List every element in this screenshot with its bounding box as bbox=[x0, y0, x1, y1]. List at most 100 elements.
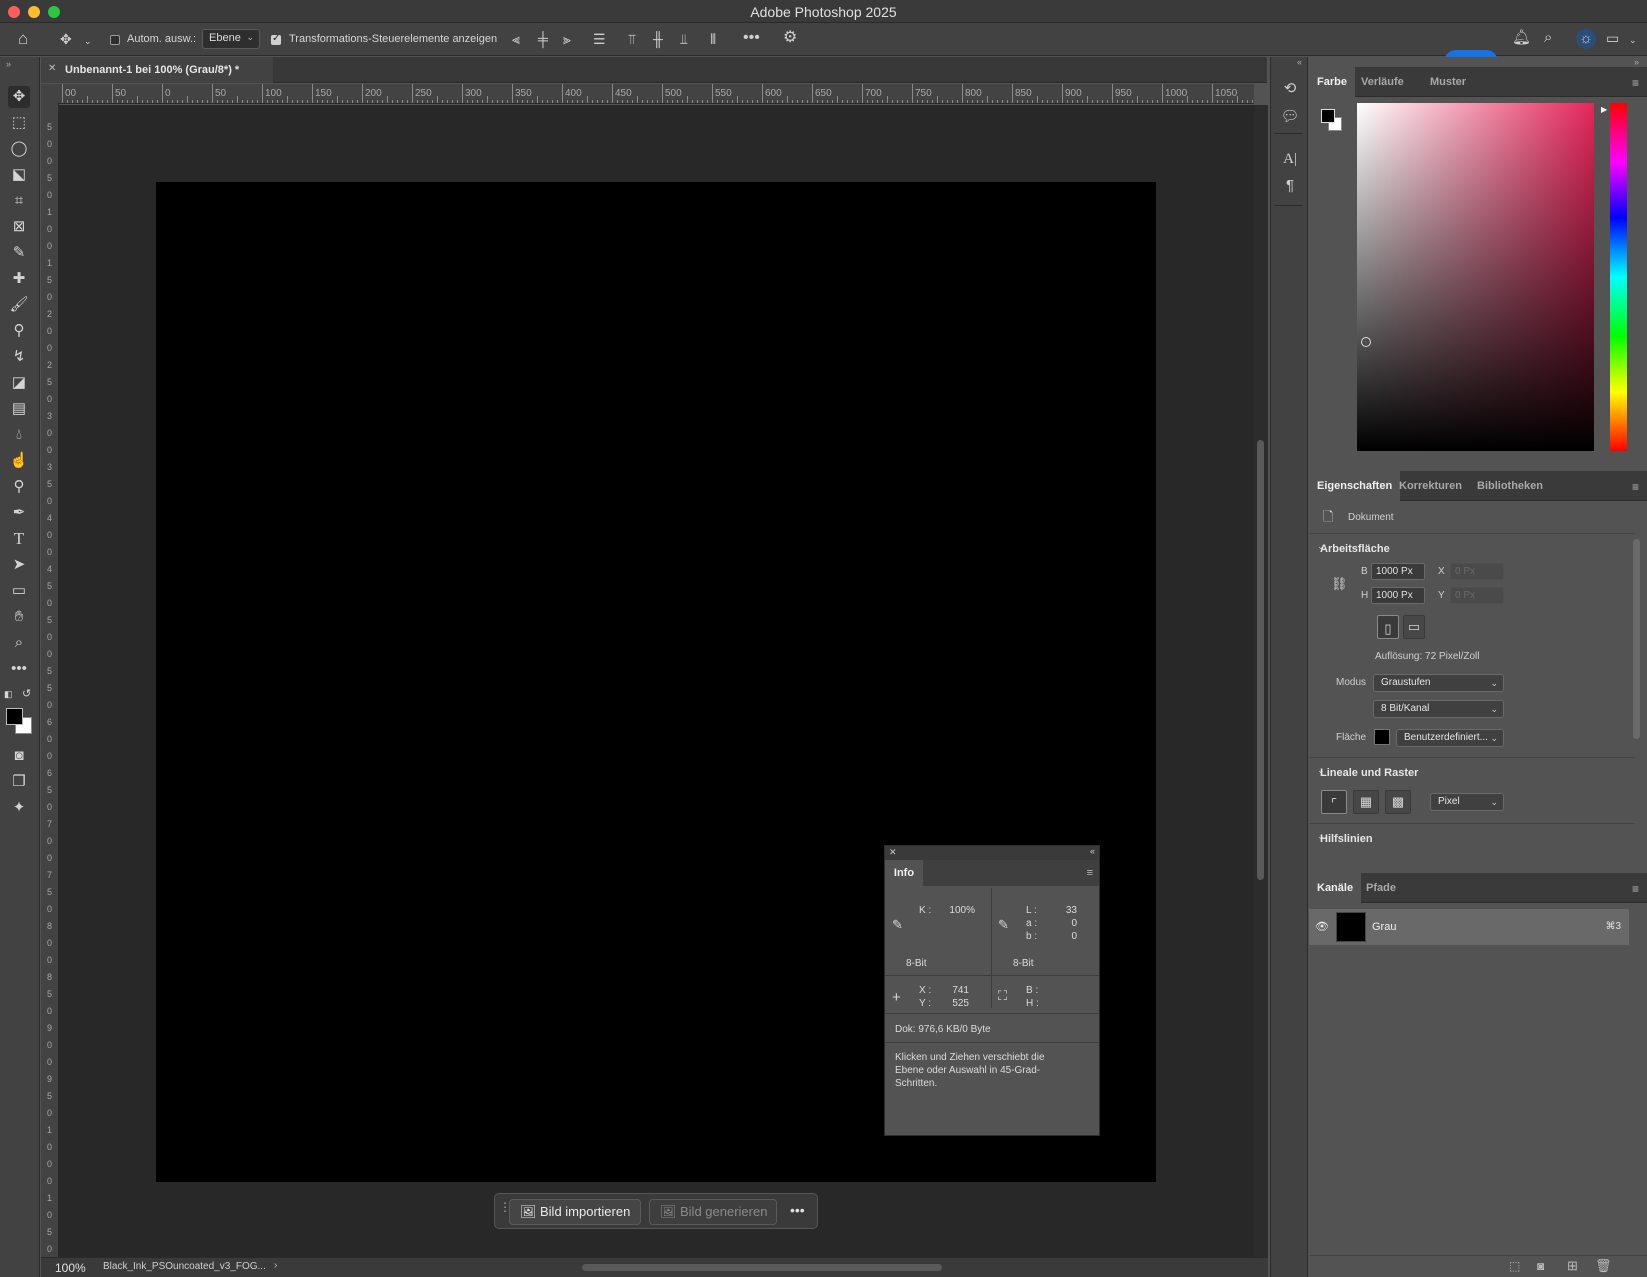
info-panel-header[interactable]: ✕ « bbox=[885, 846, 1099, 860]
y-field[interactable]: 0 Px bbox=[1450, 587, 1504, 604]
show-transform-controls-checkbox[interactable] bbox=[271, 33, 281, 45]
foreground-color-swatch[interactable] bbox=[1321, 109, 1335, 123]
hue-slider-handle[interactable]: ▶ bbox=[1601, 105, 1607, 114]
import-image-button[interactable]: 🖼︎ Bild importieren bbox=[509, 1199, 641, 1225]
new-channel-icon[interactable]: ⊞ bbox=[1567, 1258, 1578, 1274]
panel-menu-icon[interactable]: ≡ bbox=[1632, 480, 1639, 494]
color-profile[interactable]: Black_Ink_PSOuncoated_v3_FOG... bbox=[103, 1261, 266, 1272]
close-icon[interactable]: ✕ bbox=[889, 847, 897, 858]
object-selection-tool-icon[interactable]: ⬕ bbox=[8, 164, 30, 186]
ruler-units-dropdown[interactable]: Pixel ⌄ bbox=[1430, 793, 1504, 811]
comments-icon[interactable]: 💬︎ bbox=[1280, 107, 1300, 127]
healing-brush-tool-icon[interactable]: ✚ bbox=[8, 268, 30, 290]
home-icon[interactable]: ⌂ bbox=[18, 30, 28, 47]
status-menu-chevron-right-icon[interactable]: › bbox=[274, 1260, 277, 1271]
guides-section-title[interactable]: Hilfslinien bbox=[1320, 833, 1373, 845]
collapse-toolbar-icon[interactable]: » bbox=[6, 59, 11, 69]
color-mode-dropdown[interactable]: Graustufen ⌄ bbox=[1373, 674, 1504, 692]
tab-info[interactable]: Info bbox=[885, 860, 923, 886]
foreground-color-swatch[interactable] bbox=[6, 708, 23, 725]
transparency-grid-button[interactable]: ▩ bbox=[1385, 790, 1411, 814]
rectangular-marquee-tool-icon[interactable]: ⬚ bbox=[8, 112, 30, 134]
zoom-level[interactable]: 100% bbox=[55, 1261, 86, 1275]
screen-mode-icon[interactable]: ❐ bbox=[8, 771, 30, 793]
brush-tool-icon[interactable]: 🖌︎ bbox=[8, 294, 30, 316]
color-picker-handle[interactable] bbox=[1361, 337, 1371, 347]
discover-lightbulb-icon[interactable]: ☼ bbox=[1576, 29, 1596, 49]
tab-gradients[interactable]: Verläufe bbox=[1353, 67, 1412, 97]
auto-select-target-dropdown[interactable]: Ebene ⌄ bbox=[202, 29, 260, 49]
tab-patterns[interactable]: Muster bbox=[1422, 67, 1474, 97]
align-bottom-icon[interactable]: ⫫ bbox=[680, 32, 688, 46]
x-field[interactable]: 0 Px bbox=[1450, 563, 1504, 580]
pen-tool-icon[interactable]: ✒ bbox=[8, 502, 30, 524]
distribute-vertical-icon[interactable]: ☰ bbox=[593, 32, 606, 46]
properties-scroll-thumb[interactable] bbox=[1633, 539, 1640, 739]
frame-tool-icon[interactable]: ⊠ bbox=[8, 216, 30, 238]
tab-properties[interactable]: Eigenschaften bbox=[1309, 471, 1401, 501]
distribute-horizontal-icon[interactable]: ⦀ bbox=[710, 32, 716, 46]
auto-select-checkbox[interactable] bbox=[110, 35, 120, 45]
height-field[interactable]: 1000 Px bbox=[1371, 587, 1425, 604]
workspace-chevron-down-icon[interactable]: ⌄ bbox=[1629, 33, 1637, 47]
tab-paths[interactable]: Pfade bbox=[1358, 873, 1404, 903]
color-field[interactable] bbox=[1357, 103, 1594, 451]
bell-icon[interactable]: 🔔︎ bbox=[1512, 30, 1531, 45]
expand-dock-icon[interactable]: « bbox=[1297, 57, 1302, 67]
align-vertical-center-icon[interactable]: ╫ bbox=[653, 32, 663, 46]
hue-slider[interactable] bbox=[1610, 103, 1627, 451]
collapse-panels-icon[interactable]: » bbox=[1634, 57, 1639, 67]
width-field[interactable]: 1000 Px bbox=[1371, 563, 1425, 580]
close-tab-icon[interactable]: ✕ bbox=[48, 63, 56, 74]
generate-image-button[interactable]: 🖼︎ Bild generieren bbox=[649, 1199, 777, 1225]
align-top-icon[interactable]: ⫪ bbox=[628, 32, 636, 46]
horizontal-ruler[interactable]: 00 50 0 50 100 150 200 250 300 350 400 450 500 550 600… bbox=[58, 84, 1254, 104]
rectangle-tool-icon[interactable]: ▭ bbox=[8, 580, 30, 602]
tab-channels[interactable]: Kanäle bbox=[1309, 873, 1362, 903]
history-brush-tool-icon[interactable]: ↯ bbox=[8, 346, 30, 368]
panel-menu-icon[interactable]: ≡ bbox=[1632, 882, 1639, 896]
eye-icon[interactable]: 👁︎ bbox=[1315, 920, 1329, 933]
search-icon[interactable]: ⌕ bbox=[1544, 30, 1552, 45]
more-options-icon[interactable]: ••• bbox=[790, 1202, 805, 1218]
align-right-icon[interactable]: ⫸ bbox=[563, 32, 571, 46]
channel-row[interactable]: 👁︎ Grau ⌘3 bbox=[1309, 909, 1629, 945]
tool-preset-chevron-down-icon[interactable]: ⌄ bbox=[84, 34, 92, 48]
tab-libraries[interactable]: Bibliotheken bbox=[1469, 471, 1551, 501]
tab-adjustments[interactable]: Korrekturen bbox=[1391, 471, 1470, 501]
bit-depth-dropdown[interactable]: 8 Bit/Kanal ⌄ bbox=[1373, 700, 1504, 718]
history-icon[interactable]: ⟲ bbox=[1280, 79, 1300, 99]
lasso-tool-icon[interactable]: ◯ bbox=[8, 138, 30, 160]
horizontal-scroll-thumb[interactable] bbox=[582, 1264, 942, 1271]
dodge-tool-icon[interactable]: ⚲ bbox=[8, 476, 30, 498]
eyedropper-tool-icon[interactable]: ✎ bbox=[8, 242, 30, 264]
fill-dropdown[interactable]: Benutzerdefiniert... ⌄ bbox=[1396, 729, 1504, 747]
fill-color-swatch[interactable] bbox=[1374, 729, 1390, 745]
zoom-tool-icon[interactable]: ⌕ bbox=[8, 632, 30, 654]
paragraph-icon[interactable]: ¶ bbox=[1280, 176, 1300, 196]
tab-color[interactable]: Farbe bbox=[1309, 67, 1355, 97]
move-tool-icon[interactable]: ✥ bbox=[60, 32, 72, 46]
grid-toggle-button[interactable]: ▦ bbox=[1353, 790, 1379, 814]
type-tool-icon[interactable]: T bbox=[8, 528, 30, 550]
gradient-tool-icon[interactable]: ▤ bbox=[8, 398, 30, 420]
default-colors-icon[interactable]: ◧ bbox=[4, 689, 13, 700]
swap-colors-icon[interactable]: ↺ bbox=[22, 687, 31, 700]
channel-as-selection-icon[interactable]: ⬚ bbox=[1509, 1259, 1520, 1273]
generative-fill-icon[interactable]: ✦ bbox=[8, 797, 30, 819]
hand-tool-icon[interactable]: ✋︎ bbox=[8, 606, 30, 628]
panel-menu-icon[interactable]: ≡ bbox=[1087, 867, 1093, 879]
more-options-icon[interactable]: ••• bbox=[743, 30, 760, 46]
ruler-origin[interactable] bbox=[41, 84, 58, 104]
quick-mask-icon[interactable]: ◙ bbox=[8, 745, 30, 767]
edit-toolbar-icon[interactable]: ••• bbox=[8, 658, 30, 680]
blur-tool-icon[interactable]: 💧︎ bbox=[8, 424, 30, 446]
crop-tool-icon[interactable]: ⌗ bbox=[8, 190, 30, 212]
rulers-grids-section-title[interactable]: Lineale und Raster bbox=[1320, 767, 1418, 779]
rulers-toggle-button[interactable]: ⌜ bbox=[1321, 790, 1347, 814]
move-tool-icon[interactable]: ✥ bbox=[8, 86, 30, 108]
align-left-icon[interactable]: ⫷ bbox=[512, 32, 520, 46]
document-tab[interactable]: ✕ Unbenannt-1 bei 100% (Grau/8*) * bbox=[41, 57, 273, 83]
panel-menu-icon[interactable]: ≡ bbox=[1632, 76, 1639, 90]
eraser-tool-icon[interactable]: ◪ bbox=[8, 372, 30, 394]
